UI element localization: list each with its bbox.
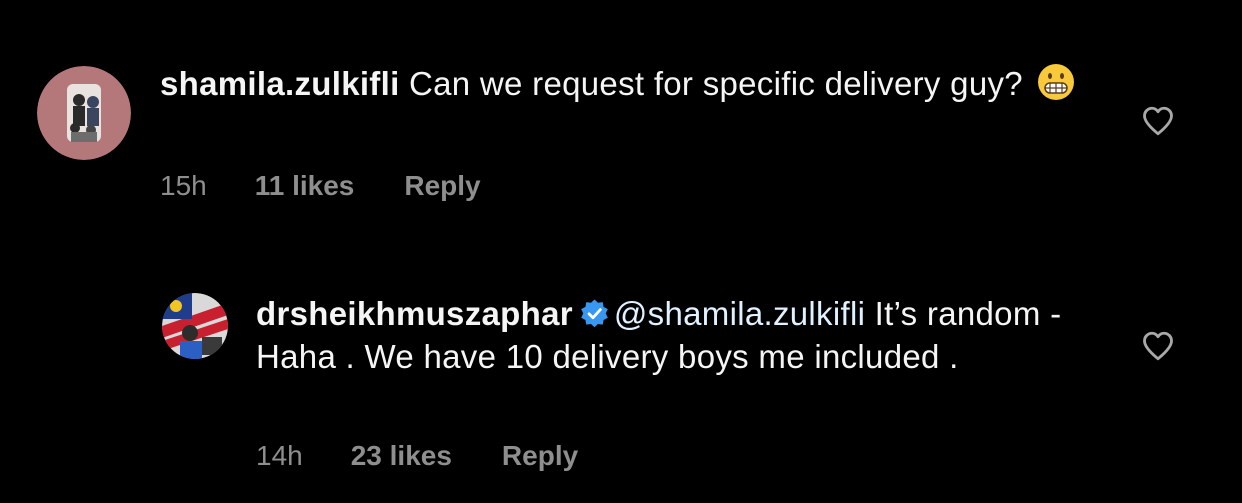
comment-likes-count[interactable]: 11 likes [255, 170, 355, 202]
grimacing-face-icon [1038, 64, 1075, 100]
comment-likes-count[interactable]: 23 likes [351, 440, 452, 472]
reply-comment-item: drsheikhmuszaphar @shamila.zulkifli It’s… [0, 260, 1242, 503]
comment-meta: 15h 11 likes Reply [160, 170, 481, 202]
comment-username[interactable]: drsheikhmuszaphar [256, 295, 573, 332]
avatar[interactable] [162, 293, 228, 359]
comments-screen: shamila.zulkifli Can we request for spec… [0, 0, 1242, 503]
reply-button[interactable]: Reply [404, 170, 480, 202]
comment-timestamp: 15h [160, 170, 207, 201]
comment-item: shamila.zulkifli Can we request for spec… [0, 0, 1242, 240]
avatar[interactable] [37, 66, 131, 160]
heart-outline-icon[interactable] [1140, 328, 1176, 364]
comment-text: shamila.zulkifli Can we request for spec… [160, 62, 1090, 105]
reply-button[interactable]: Reply [502, 440, 578, 472]
comment-text: drsheikhmuszaphar @shamila.zulkifli It’s… [256, 292, 1076, 378]
comment-username[interactable]: shamila.zulkifli [160, 65, 400, 102]
comment-timestamp: 14h [256, 440, 303, 471]
mention-link[interactable]: @shamila.zulkifli [614, 295, 865, 332]
verified-badge-icon [581, 299, 608, 328]
comment-body: Can we request for specific delivery guy… [409, 65, 1023, 102]
comment-meta: 14h 23 likes Reply [256, 440, 578, 472]
heart-outline-icon[interactable] [1140, 103, 1176, 139]
